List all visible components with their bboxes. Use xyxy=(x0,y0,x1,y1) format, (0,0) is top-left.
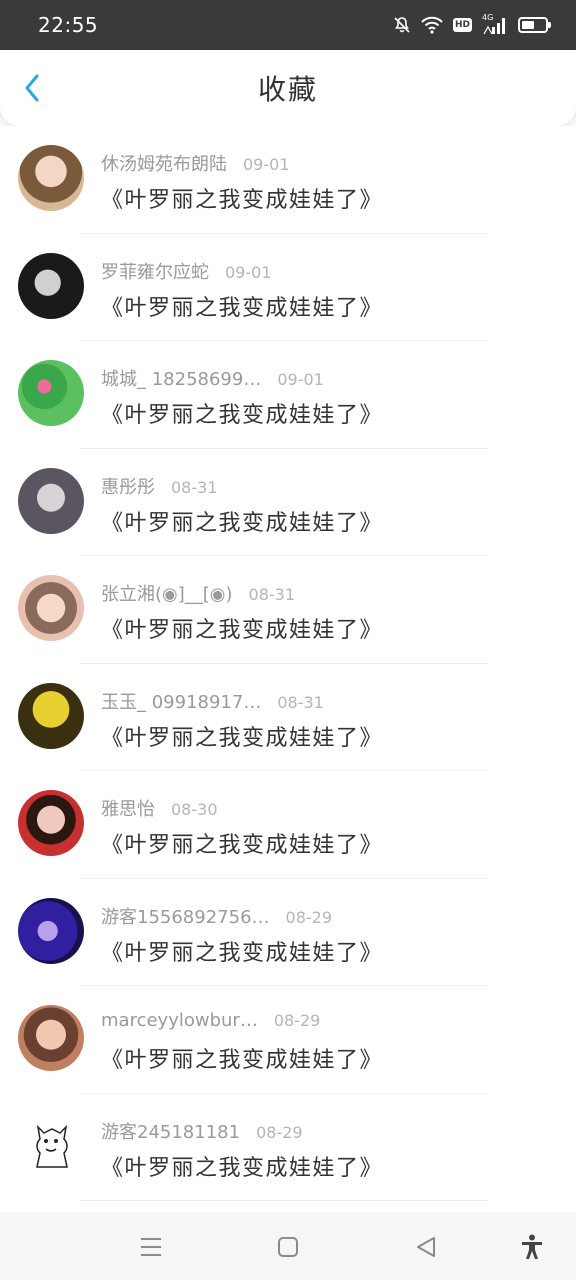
user-name: 休汤姆苑布朗陆 xyxy=(101,154,227,175)
list-item[interactable]: 游客1556892756… 08-29 《叶罗丽之我变成娃娃了》 xyxy=(0,879,576,986)
user-name: 玉玉_ 09918917… xyxy=(101,691,262,713)
signal-icon: 4G xyxy=(482,13,508,35)
battery-level xyxy=(522,21,534,29)
book-title[interactable]: 《叶罗丽之我变成娃娃了》 xyxy=(101,720,383,752)
item-date: 08-29 xyxy=(256,1122,303,1142)
avatar[interactable] xyxy=(18,467,84,534)
user-name: marceyylowbur… xyxy=(101,1010,258,1031)
item-meta: 游客1556892756… 08-29 xyxy=(101,903,332,929)
list-item[interactable]: 惠彤彤 08-31 《叶罗丽之我变成娃娃了》 xyxy=(0,449,576,556)
page-header: 收藏 xyxy=(0,50,576,126)
book-title[interactable]: 《叶罗丽之我变成娃娃了》 xyxy=(101,397,383,429)
book-title[interactable]: 《叶罗丽之我变成娃娃了》 xyxy=(101,827,383,859)
list-item[interactable]: 雅思怡 08-30 《叶罗丽之我变成娃娃了》 xyxy=(0,771,576,879)
item-meta: 雅思怡 08-30 xyxy=(101,795,218,821)
wifi-icon xyxy=(421,16,443,34)
item-date: 08-30 xyxy=(171,800,218,819)
item-date: 09-01 xyxy=(243,155,290,174)
item-meta: 城城_ 18258699… 09-01 xyxy=(101,365,324,391)
book-title[interactable]: 《叶罗丽之我变成娃娃了》 xyxy=(101,290,383,322)
list-item[interactable]: marceyylowbur… 08-29 《叶罗丽之我变成娃娃了》 xyxy=(0,986,576,1094)
item-meta: 罗菲雍尔应蛇 09-01 xyxy=(101,258,272,284)
list-item[interactable]: 城城_ 18258699… 09-01 《叶罗丽之我变成娃娃了》 xyxy=(0,341,576,449)
avatar[interactable] xyxy=(18,682,84,749)
item-date: 09-01 xyxy=(225,262,272,282)
status-bar: 22:55 HD 4G xyxy=(0,0,576,50)
book-title[interactable]: 《叶罗丽之我变成娃娃了》 xyxy=(101,505,383,537)
avatar[interactable] xyxy=(18,252,84,319)
user-name: 游客1556892756… xyxy=(101,906,270,928)
avatar[interactable] xyxy=(18,575,84,641)
item-meta: 张立湘(◉]__[◉) 08-31 xyxy=(101,580,295,606)
item-date: 08-31 xyxy=(277,692,324,712)
status-time: 22:55 xyxy=(38,13,99,37)
user-name: 罗菲雍尔应蛇 xyxy=(101,261,209,283)
menu-icon xyxy=(141,1238,161,1256)
favorites-list: 休汤姆苑布朗陆 09-01 《叶罗丽之我变成娃娃了》 罗菲雍尔应蛇 09-01 《叶罗丽之… xyxy=(0,126,576,1212)
user-name: 雅思怡 xyxy=(101,799,155,820)
item-meta: 休汤姆苑布朗陆 09-01 xyxy=(101,150,290,176)
item-date: 08-31 xyxy=(171,477,218,497)
item-meta: 玉玉_ 09918917… 08-31 xyxy=(101,688,324,714)
avatar[interactable] xyxy=(18,897,84,964)
item-date: 08-29 xyxy=(285,907,333,927)
avatar[interactable] xyxy=(18,790,84,856)
book-title[interactable]: 《叶罗丽之我变成娃娃了》 xyxy=(101,182,383,214)
avatar[interactable] xyxy=(18,1112,84,1179)
hd-icon: HD xyxy=(452,18,472,32)
user-name: 城城_ 18258699… xyxy=(101,369,262,390)
battery-icon xyxy=(518,17,551,33)
item-meta: 惠彤彤 08-31 xyxy=(101,473,218,499)
book-title[interactable]: 《叶罗丽之我变成娃娃了》 xyxy=(101,935,383,967)
user-name: 惠彤彤 xyxy=(101,476,155,498)
item-meta: 游客245181181 08-29 xyxy=(101,1118,303,1144)
list-item[interactable]: 游客245181181 08-29 《叶罗丽之我变成娃娃了》 xyxy=(0,1094,576,1201)
list-item[interactable]: 休汤姆苑布朗陆 09-01 《叶罗丽之我变成娃娃了》 xyxy=(0,126,576,234)
avatar[interactable] xyxy=(18,145,84,211)
item-meta: marceyylowbur… 08-29 xyxy=(101,1010,320,1031)
menu-button[interactable] xyxy=(138,1234,164,1260)
user-name: 张立湘(◉]__[◉) xyxy=(101,584,233,605)
user-name: 游客245181181 xyxy=(101,1121,241,1143)
accessibility-icon xyxy=(522,1234,542,1259)
avatar[interactable] xyxy=(18,1005,84,1071)
book-title[interactable]: 《叶罗丽之我变成娃娃了》 xyxy=(101,612,383,644)
book-title[interactable]: 《叶罗丽之我变成娃娃了》 xyxy=(101,1150,383,1182)
avatar[interactable] xyxy=(18,360,84,426)
back-nav-button[interactable] xyxy=(413,1234,439,1260)
book-title[interactable]: 《叶罗丽之我变成娃娃了》 xyxy=(101,1042,383,1074)
back-button[interactable] xyxy=(14,70,50,106)
list-item[interactable]: 张立湘(◉]__[◉) 08-31 《叶罗丽之我变成娃娃了》 xyxy=(0,556,576,664)
status-icons: HD 4G xyxy=(393,13,551,35)
chevron-left-icon xyxy=(25,74,39,102)
home-button[interactable] xyxy=(275,1234,301,1260)
list-item[interactable]: 玉玉_ 09918917… 08-31 《叶罗丽之我变成娃娃了》 xyxy=(0,664,576,771)
divider xyxy=(80,1200,488,1201)
item-date: 08-31 xyxy=(248,585,296,604)
accessibility-button[interactable] xyxy=(519,1234,545,1260)
page-title: 收藏 xyxy=(257,73,318,106)
system-nav-bar xyxy=(0,1212,576,1280)
back-triangle-icon xyxy=(417,1237,435,1257)
bell-muted-icon xyxy=(393,16,411,34)
item-date: 09-01 xyxy=(277,370,324,389)
item-date: 08-29 xyxy=(273,1011,321,1030)
home-square-icon xyxy=(278,1237,298,1257)
list-item[interactable]: 罗菲雍尔应蛇 09-01 《叶罗丽之我变成娃娃了》 xyxy=(0,234,576,341)
